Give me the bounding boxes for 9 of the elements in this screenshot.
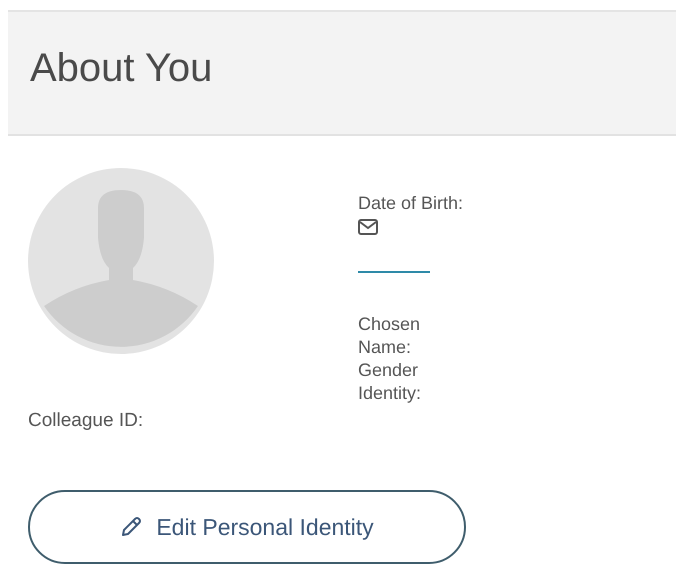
pencil-icon <box>120 516 142 538</box>
page-title: About You <box>30 46 212 90</box>
avatar-icon <box>28 168 214 354</box>
field-label: Date of Birth: <box>358 192 464 215</box>
edit-personal-identity-button[interactable]: Edit Personal Identity <box>28 490 466 564</box>
field-label: Chosen Name: <box>358 313 422 359</box>
field-label: Gender Identity: <box>358 359 422 405</box>
colleague-id-label: Colleague ID: <box>28 410 144 432</box>
envelope-icon <box>358 219 378 235</box>
